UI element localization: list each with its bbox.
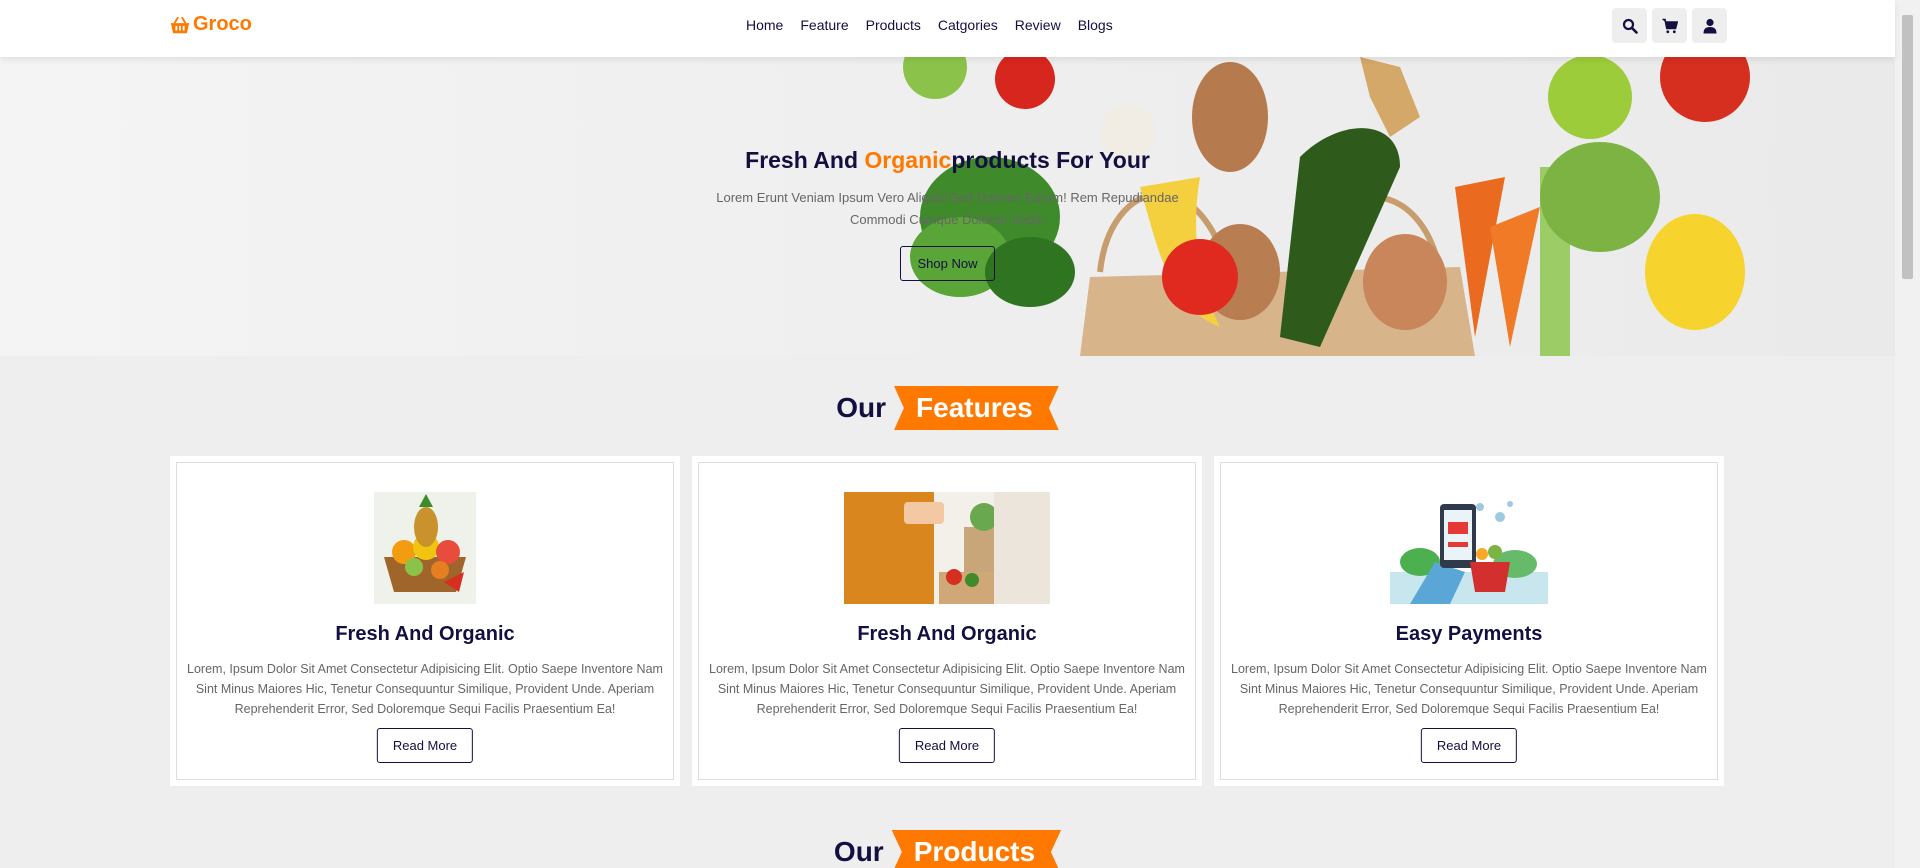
nav-home[interactable]: Home xyxy=(746,17,783,33)
hero-banner: Fresh And Organicproducts For Your Lorem… xyxy=(0,57,1895,356)
hero-description: Lorem Erunt Veniam Ipsum Vero Aliquid Se… xyxy=(716,190,1179,227)
nav-categories[interactable]: Catgories xyxy=(938,17,998,33)
cart-icon xyxy=(1662,18,1678,33)
feature-text: Lorem, Ipsum Dolor Sit Amet Consectetur … xyxy=(709,662,1185,716)
mobile-payment-image xyxy=(1390,492,1548,604)
feature-title: Fresh And Organic xyxy=(335,623,515,645)
feature-title: Easy Payments xyxy=(1395,623,1543,645)
read-more-button[interactable]: Read More xyxy=(898,728,996,763)
feature-card: Fresh And Organic Lorem, Ipsum Dolor Sit… xyxy=(170,456,680,786)
cart-button[interactable] xyxy=(1652,8,1687,43)
scrollbar-thumb[interactable] xyxy=(1902,15,1913,279)
search-button[interactable] xyxy=(1612,8,1647,43)
hero-title-accent: Organic xyxy=(864,147,952,173)
products-heading-dark: Our xyxy=(833,836,884,867)
feature-card: Fresh And Organic Lorem, Ipsum Dolor Sit… xyxy=(692,456,1202,786)
features-heading-accent: Features xyxy=(894,386,1059,430)
products-heading-accent: Products xyxy=(891,830,1062,868)
nav-products[interactable]: Products xyxy=(866,17,921,33)
products-heading: Our Products xyxy=(0,830,1895,868)
shop-now-button[interactable]: Shop Now xyxy=(900,246,995,281)
feature-title: Fresh And Organic xyxy=(857,623,1037,645)
feature-text: Lorem, Ipsum Dolor Sit Amet Consectetur … xyxy=(1231,662,1707,716)
features-heading: Our Features xyxy=(0,386,1895,430)
nav-blogs[interactable]: Blogs xyxy=(1078,17,1113,33)
main-nav: Home Feature Products Catgories Review B… xyxy=(746,17,1113,33)
header-icons xyxy=(1612,8,1727,43)
feature-card: Easy Payments Lorem, Ipsum Dolor Sit Ame… xyxy=(1214,456,1724,786)
logo[interactable]: Groco xyxy=(169,13,252,36)
features-heading-dark: Our xyxy=(836,392,887,423)
user-button[interactable] xyxy=(1692,8,1727,43)
read-more-button[interactable]: Read More xyxy=(1420,728,1518,763)
hero-title-part1: Fresh And xyxy=(745,147,865,173)
user-icon xyxy=(1703,18,1716,33)
page-scrollbar[interactable] xyxy=(1895,0,1920,868)
header: Groco Home Feature Products Catgories Re… xyxy=(0,0,1895,57)
feature-text: Lorem, Ipsum Dolor Sit Amet Consectetur … xyxy=(187,662,663,716)
logo-text: Groco xyxy=(193,13,252,35)
basket-icon xyxy=(170,16,190,33)
nav-review[interactable]: Review xyxy=(1015,17,1061,33)
fruit-basket-image xyxy=(374,492,476,604)
search-icon xyxy=(1622,18,1638,34)
hero-title-part2: products For Your xyxy=(951,147,1150,173)
nav-feature[interactable]: Feature xyxy=(800,17,848,33)
delivery-image xyxy=(844,492,1050,604)
read-more-button[interactable]: Read More xyxy=(376,728,474,763)
hero-title: Fresh And Organicproducts For Your xyxy=(0,147,1895,174)
